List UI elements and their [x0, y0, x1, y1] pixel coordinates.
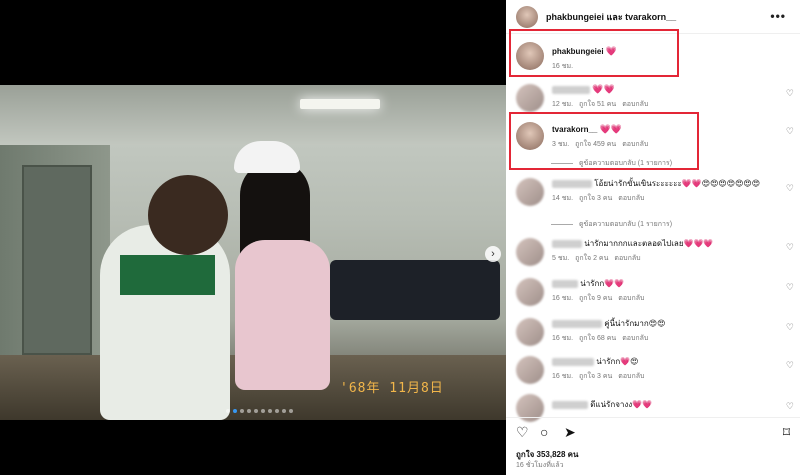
- comment-icon[interactable]: ○: [540, 424, 548, 440]
- blurred-username: [552, 85, 590, 94]
- save-icon[interactable]: ⌑: [783, 424, 790, 441]
- carousel-dot[interactable]: [268, 409, 272, 413]
- like-comment-icon[interactable]: ♡: [786, 126, 794, 137]
- reply-button[interactable]: ตอบกลับ: [618, 373, 644, 380]
- carousel-dot[interactable]: [289, 409, 293, 413]
- like-comment-icon[interactable]: ♡: [786, 360, 794, 371]
- commenter-avatar[interactable]: [516, 278, 544, 306]
- like-comment-icon[interactable]: ♡: [786, 183, 794, 194]
- photo-ceiling-light: [300, 99, 380, 109]
- comment-text: โอ้ยน่ารักขั้นเขินระะะะะะ💗💗😍😍😍😍😍😍😍: [594, 179, 761, 188]
- comment-likes[interactable]: ถูกใจ 68 คน: [579, 335, 616, 342]
- next-slide-button[interactable]: ›: [485, 246, 501, 262]
- comment-likes[interactable]: ถูกใจ 3 คน: [579, 195, 612, 202]
- comment-text: ดีแน่รักจางง💗💗: [590, 400, 653, 409]
- photo-chairs: [330, 260, 500, 320]
- comment-likes[interactable]: ถูกใจ 9 คน: [579, 295, 612, 302]
- reply-button[interactable]: ตอบกลับ: [622, 101, 648, 108]
- blurred-username: [552, 400, 588, 409]
- photo-locker: [22, 165, 92, 355]
- comment-likes[interactable]: ถูกใจ 2 คน: [575, 255, 608, 262]
- carousel-dot[interactable]: [261, 409, 265, 413]
- reply-button[interactable]: ตอบกลับ: [618, 295, 644, 302]
- reply-button[interactable]: ตอบกลับ: [618, 195, 644, 202]
- comments-pane: phakbungeiei และ tvarakorn__ ••• phakbun…: [506, 0, 800, 475]
- comment-text: น่ารักมากกกและตลอดไปเลย💗💗💗: [584, 239, 714, 248]
- comment-text: 💗💗: [592, 84, 615, 94]
- blurred-username: [552, 239, 582, 248]
- comment-time: 12 ชม.: [552, 101, 574, 108]
- blurred-username: [552, 319, 602, 328]
- blurred-username: [552, 279, 578, 288]
- share-icon[interactable]: ➤: [564, 424, 576, 441]
- comment-item: โอ้ยน่ารักขั้นเขินระะะะะะ💗💗😍😍😍😍😍😍😍 14 ชม…: [516, 178, 796, 206]
- comment-likes[interactable]: ถูกใจ 51 คน: [579, 101, 616, 108]
- blurred-username: [552, 179, 592, 188]
- photo-jersey-stripe: [120, 255, 215, 295]
- instagram-post-view: '68年 11月8日 › phakbungeiei และ tvarakorn_…: [0, 0, 800, 475]
- reply-button[interactable]: ตอบกลับ: [614, 255, 640, 262]
- more-options-icon[interactable]: •••: [770, 9, 786, 23]
- like-icon[interactable]: ♡: [516, 424, 529, 441]
- view-replies-link[interactable]: ดูข้อความตอบกลับ (1 รายการ): [551, 219, 672, 230]
- comment-item: 💗💗 12 ชม. ถูกใจ 51 คน ตอบกลับ: [516, 84, 796, 112]
- like-comment-icon[interactable]: ♡: [786, 322, 794, 333]
- comment-time: 16 ชม.: [552, 295, 574, 302]
- comment-item: น่ารักก💗💗 16 ชม. ถูกใจ 9 คน ตอบกลับ: [516, 278, 796, 306]
- carousel-dots: [226, 409, 293, 413]
- highlight-box: [509, 112, 699, 170]
- comment-text: น่ารักก💗💗: [580, 279, 625, 288]
- photo-date-stamp: '68年 11月8日: [340, 381, 444, 396]
- blurred-username: [552, 357, 594, 366]
- photo-woman: [235, 240, 330, 390]
- post-photo[interactable]: '68年 11月8日: [0, 85, 506, 420]
- comment-item: คู่นี้น่ารักมาก😍😍 16 ชม. ถูกใจ 68 คน ตอบกล…: [516, 318, 796, 346]
- comment-item: น่ารักมากกกและตลอดไปเลย💗💗💗 5 ชม. ถูกใจ 2 …: [516, 238, 796, 266]
- author-avatar[interactable]: [516, 5, 538, 28]
- carousel-dot[interactable]: [282, 409, 286, 413]
- comment-time: 16 ชม.: [552, 335, 574, 342]
- comment-item: น่ารักก💗😍 16 ชม. ถูกใจ 3 คน ตอบกลับ: [516, 356, 796, 384]
- comment-time: 16 ชม.: [552, 373, 574, 380]
- reply-button[interactable]: ตอบกลับ: [622, 335, 648, 342]
- like-comment-icon[interactable]: ♡: [786, 88, 794, 99]
- media-pane: '68年 11月8日 ›: [0, 0, 506, 475]
- photo-ceiling: [0, 85, 506, 145]
- photo-cap: [234, 141, 300, 173]
- commenter-avatar[interactable]: [516, 318, 544, 346]
- post-actions-bar: ♡ ○ ➤ ⌑ ถูกใจ 353,828 คน 16 ชั่วโมงที่แล…: [506, 417, 800, 475]
- photo-man-head: [148, 175, 228, 255]
- carousel-dot[interactable]: [254, 409, 258, 413]
- commenter-avatar[interactable]: [516, 178, 544, 206]
- comment-time: 14 ชม.: [552, 195, 574, 202]
- carousel-dot[interactable]: [275, 409, 279, 413]
- post-timestamp: 16 ชั่วโมงที่แล้ว: [516, 462, 564, 469]
- commenter-avatar[interactable]: [516, 356, 544, 384]
- carousel-dot[interactable]: [247, 409, 251, 413]
- comment-likes[interactable]: ถูกใจ 3 คน: [579, 373, 612, 380]
- carousel-dot[interactable]: [226, 409, 230, 413]
- commenter-avatar[interactable]: [516, 84, 544, 112]
- like-comment-icon[interactable]: ♡: [786, 401, 794, 412]
- like-comment-icon[interactable]: ♡: [786, 242, 794, 253]
- like-comment-icon[interactable]: ♡: [786, 282, 794, 293]
- post-authors[interactable]: phakbungeiei และ tvarakorn__: [546, 10, 676, 24]
- comment-time: 5 ชม.: [552, 255, 570, 262]
- highlight-box: [509, 29, 679, 77]
- comment-text: คู่นี้น่ารักมาก😍😍: [604, 319, 666, 328]
- commenter-avatar[interactable]: [516, 238, 544, 266]
- carousel-dot[interactable]: [233, 409, 237, 413]
- comment-text: น่ารักก💗😍: [596, 357, 639, 366]
- carousel-dot[interactable]: [240, 409, 244, 413]
